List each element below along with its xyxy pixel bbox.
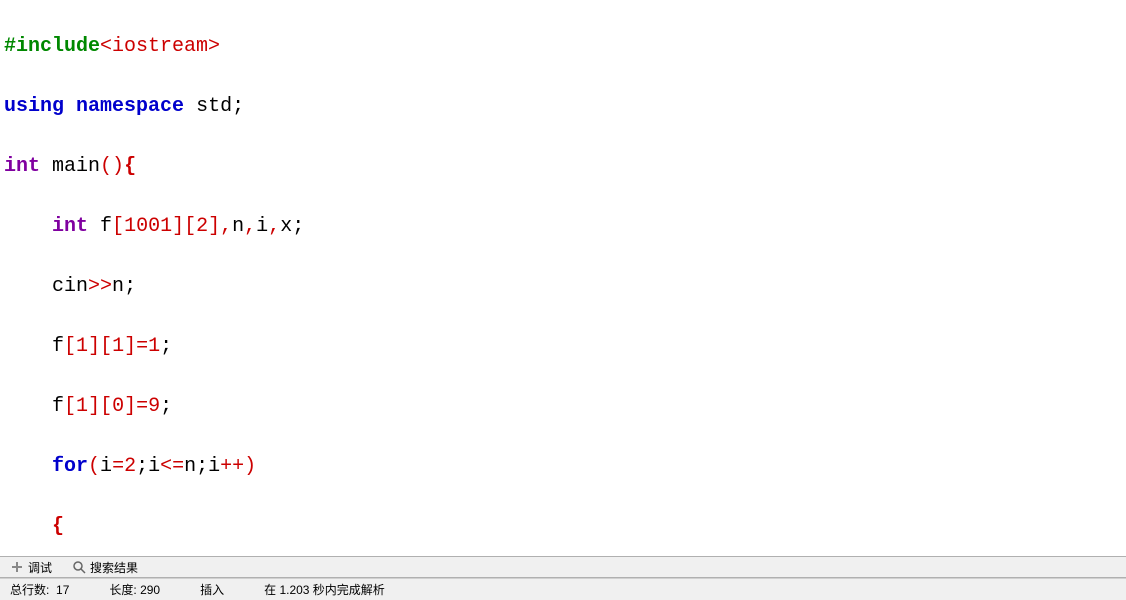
code-line: int f[1001][2],n,i,x;	[4, 212, 1122, 242]
debug-icon	[10, 560, 24, 574]
status-bar: 总行数: 17 长度: 290 插入 在 1.203 秒内完成解析	[0, 578, 1126, 600]
code-line: {	[4, 512, 1122, 542]
status-parse-time: 在 1.203 秒内完成解析	[264, 581, 385, 598]
include-target: <iostream>	[100, 35, 220, 58]
code-line: #include<iostream>	[4, 32, 1122, 62]
status-mode: 插入	[200, 581, 224, 598]
code-line: using namespace std;	[4, 92, 1122, 122]
preprocessor: #include	[4, 35, 100, 58]
code-line: f[1][0]=9;	[4, 392, 1122, 422]
tab-debug[interactable]: 调试	[4, 557, 58, 578]
status-lines: 总行数: 17	[10, 581, 69, 598]
tab-search-results[interactable]: 搜索结果	[66, 557, 144, 578]
search-icon	[72, 560, 86, 574]
code-line: f[1][1]=1;	[4, 332, 1122, 362]
code-line: int main(){	[4, 152, 1122, 182]
bottom-tabs: 调试 搜索结果	[0, 556, 1126, 578]
status-length: 长度: 290	[109, 581, 160, 598]
code-line: for(i=2;i<=n;i++)	[4, 452, 1122, 482]
tab-search-label: 搜索结果	[90, 559, 138, 576]
code-line: cin>>n;	[4, 272, 1122, 302]
code-editor[interactable]: #include<iostream> using namespace std; …	[0, 0, 1126, 556]
tab-debug-label: 调试	[28, 559, 52, 576]
